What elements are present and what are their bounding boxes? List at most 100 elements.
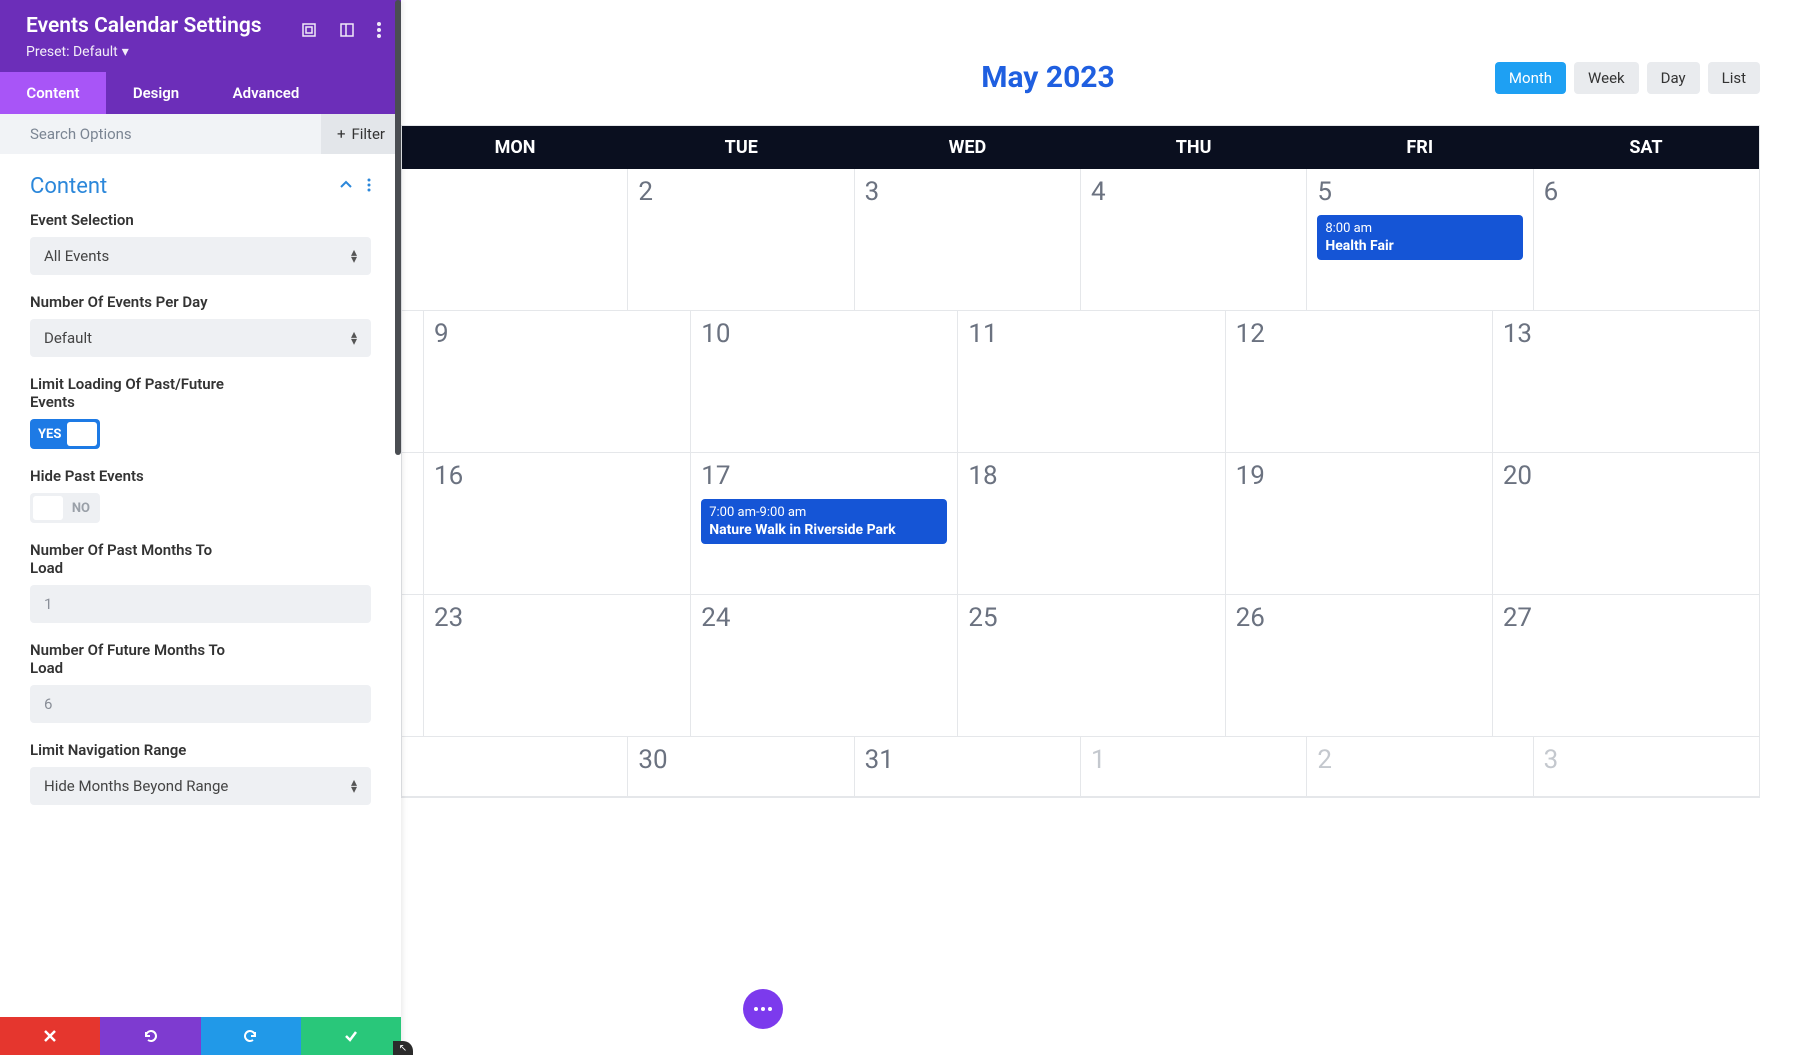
limit-nav-select[interactable]: Hide Months Beyond Range ▴▾ xyxy=(30,767,371,805)
settings-panel: Events Calendar Settings Preset: Default… xyxy=(0,0,401,1055)
event-chip[interactable]: 7:00 am-9:00 amNature Walk in Riverside … xyxy=(701,499,947,544)
tab-advanced[interactable]: Advanced xyxy=(206,72,326,114)
calendar-cell[interactable]: 25 xyxy=(958,595,1225,737)
calendar-cell[interactable]: 9 xyxy=(424,311,691,453)
calendar-cell[interactable]: 27 xyxy=(1493,595,1759,737)
day-number: 12 xyxy=(1236,319,1482,349)
day-number: 3 xyxy=(1544,745,1749,775)
calendar-cell[interactable]: 3 xyxy=(1534,737,1759,797)
calendar-cell[interactable]: 2 xyxy=(1307,737,1533,797)
day-number: 31 xyxy=(865,745,1070,775)
view-day-button[interactable]: Day xyxy=(1647,62,1700,94)
day-number: 4 xyxy=(1091,177,1296,207)
more-vertical-icon[interactable] xyxy=(377,22,381,42)
select-arrows-icon: ▴▾ xyxy=(351,331,357,345)
day-header: THU xyxy=(1081,126,1307,169)
calendar-cell[interactable] xyxy=(402,737,628,797)
search-input[interactable] xyxy=(0,125,321,143)
select-arrows-icon: ▴▾ xyxy=(351,779,357,793)
day-number: 25 xyxy=(968,603,1214,633)
event-chip[interactable]: 8:00 amHealth Fair xyxy=(1317,215,1522,260)
calendar-cell[interactable]: 18 xyxy=(958,453,1225,595)
hide-past-toggle[interactable]: NO xyxy=(30,493,100,523)
calendar-row: 222324252627 xyxy=(402,595,1759,737)
day-number: 5 xyxy=(1317,177,1522,207)
view-week-button[interactable]: Week xyxy=(1574,62,1639,94)
save-button[interactable] xyxy=(301,1017,401,1055)
events-per-day-select[interactable]: Default ▴▾ xyxy=(30,319,371,357)
event-selection-label: Event Selection xyxy=(30,211,371,229)
calendar-cell[interactable]: 19 xyxy=(1226,453,1493,595)
view-list-button[interactable]: List xyxy=(1708,62,1760,94)
limit-loading-label: Limit Loading Of Past/Future Events xyxy=(30,375,230,411)
calendar-cell[interactable]: 26 xyxy=(1226,595,1493,737)
calendar-cell[interactable]: 24 xyxy=(691,595,958,737)
view-switcher: Month Week Day List xyxy=(1495,62,1760,94)
calendar-grid: MONTUEWEDTHUFRISAT 23458:00 amHealth Fai… xyxy=(401,125,1760,798)
calendar-row: 2345 8:00 amHealth Fair 6 xyxy=(402,169,1759,311)
day-number: 18 xyxy=(968,461,1214,491)
panel-footer xyxy=(0,1017,401,1055)
tab-content[interactable]: Content xyxy=(0,72,106,114)
toggle-knob xyxy=(33,496,63,520)
calendar-cell[interactable]: 12 xyxy=(1226,311,1493,453)
day-number: 10 xyxy=(701,319,947,349)
calendar-title: May 2023 xyxy=(601,60,1495,95)
calendar-cell[interactable]: 1 xyxy=(1081,737,1307,797)
calendar-row: 8910111213 xyxy=(402,311,1759,453)
calendar-cell[interactable]: 10 xyxy=(691,311,958,453)
calendar-cell[interactable]: 4 xyxy=(1081,169,1307,311)
calendar-cell[interactable]: 5 8:00 amHealth Fair xyxy=(1307,169,1533,311)
calendar-cell[interactable]: 2 xyxy=(628,169,854,311)
undo-button[interactable] xyxy=(100,1017,200,1055)
calendar-cell[interactable]: 23 xyxy=(424,595,691,737)
calendar-cell[interactable]: 30 xyxy=(628,737,854,797)
calendar-cell[interactable]: 3 xyxy=(855,169,1081,311)
more-actions-fab[interactable] xyxy=(743,989,783,1029)
day-number: 23 xyxy=(434,603,680,633)
limit-loading-toggle[interactable]: YES xyxy=(30,419,100,449)
calendar-body: 23458:00 amHealth Fair689101112131516177… xyxy=(402,169,1759,797)
calendar-cell[interactable]: 11 xyxy=(958,311,1225,453)
past-months-input[interactable] xyxy=(30,585,371,623)
day-number: 3 xyxy=(865,177,1070,207)
calendar-cell[interactable] xyxy=(402,169,628,311)
section-title: Content xyxy=(30,174,107,199)
calendar-cell[interactable]: 16 xyxy=(424,453,691,595)
events-per-day-label: Number Of Events Per Day xyxy=(30,293,371,311)
day-number: 1 xyxy=(1091,745,1296,775)
tab-design[interactable]: Design xyxy=(106,72,206,114)
filter-button[interactable]: + Filter xyxy=(321,114,401,154)
panel-body[interactable]: Content Event Selection All Events ▴▾ Nu… xyxy=(0,154,401,1017)
day-number: 24 xyxy=(701,603,947,633)
calendar-cell[interactable]: 6 xyxy=(1534,169,1759,311)
tabs: Content Design Advanced xyxy=(0,72,401,114)
panel-resize-handle[interactable]: ↖ xyxy=(393,1041,413,1055)
calendar-cell[interactable]: 13 xyxy=(1493,311,1759,453)
search-row: + Filter xyxy=(0,114,401,154)
calendar-cell[interactable]: 31 xyxy=(855,737,1081,797)
calendar-cell[interactable]: 20 xyxy=(1493,453,1759,595)
expand-icon[interactable] xyxy=(301,22,317,42)
day-number: 17 xyxy=(701,461,947,491)
section-more-icon[interactable] xyxy=(367,177,371,196)
day-header: SAT xyxy=(1533,126,1759,169)
scrollbar-thumb[interactable] xyxy=(395,0,401,455)
day-number: 11 xyxy=(968,319,1214,349)
select-arrows-icon: ▴▾ xyxy=(351,249,357,263)
day-number: 2 xyxy=(1317,745,1522,775)
future-months-input[interactable] xyxy=(30,685,371,723)
cancel-button[interactable] xyxy=(0,1017,100,1055)
day-header: WED xyxy=(854,126,1080,169)
panel-header: Events Calendar Settings Preset: Default… xyxy=(0,0,401,72)
calendar-cell[interactable]: 17 7:00 am-9:00 amNature Walk in Riversid… xyxy=(691,453,958,595)
event-title: Nature Walk in Riverside Park xyxy=(709,522,939,538)
view-month-button[interactable]: Month xyxy=(1495,62,1566,94)
preset-selector[interactable]: Preset: Default ▾ xyxy=(26,44,262,60)
calendar-row: 30 31 123 xyxy=(402,737,1759,797)
collapse-icon[interactable] xyxy=(339,177,353,196)
sidebar-toggle-icon[interactable] xyxy=(339,22,355,42)
calendar-area: May 2023 Month Week Day List MONTUEWEDTH… xyxy=(401,0,1800,798)
event-selection-select[interactable]: All Events ▴▾ xyxy=(30,237,371,275)
redo-button[interactable] xyxy=(201,1017,301,1055)
